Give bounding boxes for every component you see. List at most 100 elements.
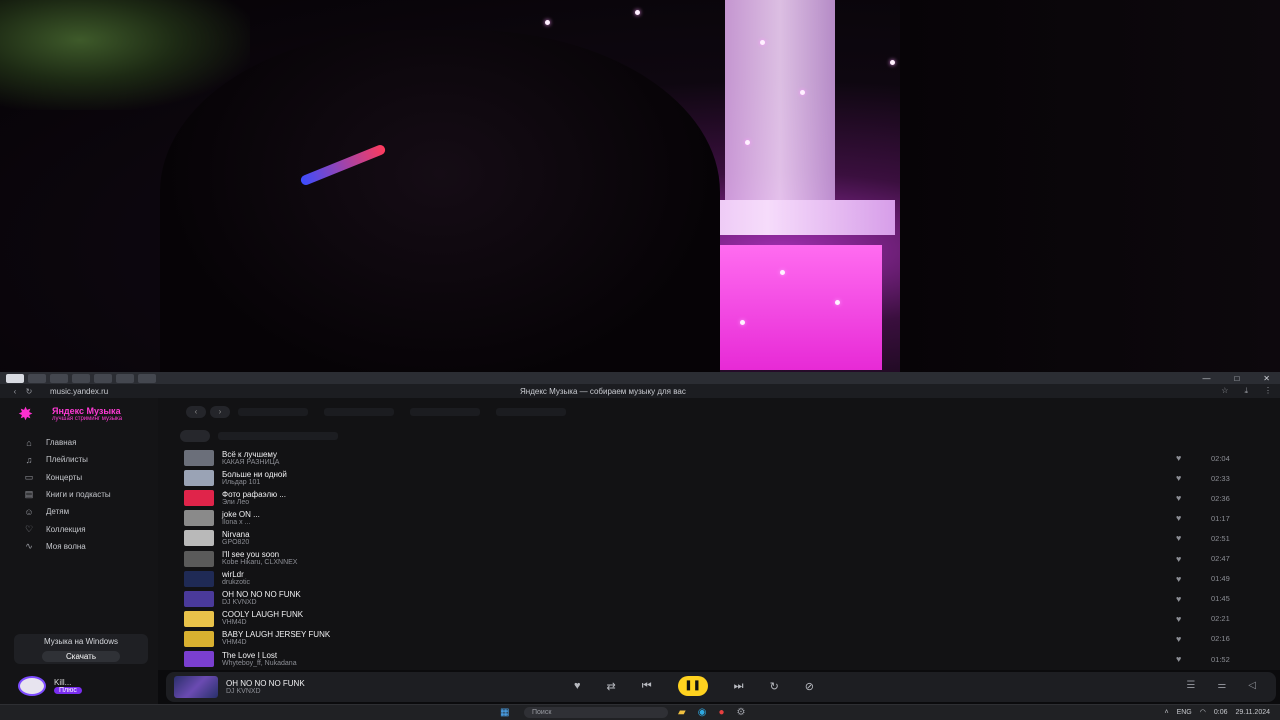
track-title[interactable]: joke ON ... xyxy=(222,510,622,519)
nav-back-button[interactable]: ‹ xyxy=(186,406,206,418)
sidebar-item[interactable]: ♡ Коллекция xyxy=(22,520,111,537)
track-row[interactable]: COOLY LAUGH FUNK VHM4D ♥ 02:21 xyxy=(184,609,1244,629)
like-icon[interactable]: ♥ xyxy=(574,680,581,692)
track-row[interactable]: Фото рафаэлю ... Эли Лео ♥ 02:36 xyxy=(184,488,1244,508)
sidebar-item[interactable]: ▤ Книги и подкасты xyxy=(22,486,111,503)
like-icon[interactable]: ♥ xyxy=(1176,634,1181,644)
reload-icon[interactable]: ↻ xyxy=(22,387,36,396)
download-button[interactable]: Скачать xyxy=(42,651,120,662)
tab[interactable] xyxy=(138,373,156,383)
start-icon[interactable]: ▦ xyxy=(500,708,514,718)
like-icon[interactable]: ♥ xyxy=(1176,614,1181,624)
track-artist[interactable]: VHM4D xyxy=(222,619,622,627)
tab-active[interactable] xyxy=(6,373,24,383)
like-icon[interactable]: ♥ xyxy=(1176,654,1181,664)
previous-icon[interactable]: ⏮ xyxy=(642,680,652,693)
track-title[interactable]: The Love I Lost xyxy=(222,651,622,660)
folder-icon[interactable]: ▰ xyxy=(678,707,686,718)
shuffle-icon[interactable]: ⇄ xyxy=(607,680,616,693)
tab[interactable] xyxy=(72,373,90,383)
track-cover[interactable] xyxy=(184,530,214,547)
sidebar-item[interactable]: ▭ Концерты xyxy=(22,469,111,486)
track-cover[interactable] xyxy=(184,590,214,607)
like-icon[interactable]: ♥ xyxy=(1176,574,1181,584)
tab[interactable] xyxy=(116,373,134,383)
url-field[interactable]: music.yandex.ru xyxy=(50,387,108,396)
logo[interactable]: ✸ Яндекс Музыка лучшая стриминг музыка xyxy=(18,404,122,424)
dislike-icon[interactable]: ⊘ xyxy=(805,680,814,693)
track-row[interactable]: OH NO NO NO FUNK DJ KVNXD ♥ 01:45 xyxy=(184,589,1244,609)
settings-icon[interactable]: ⚙ xyxy=(736,707,745,718)
now-playing-cover[interactable] xyxy=(174,676,218,698)
taskbar-search[interactable]: Поиск xyxy=(524,707,668,718)
bookmark-icon[interactable]: ☆ xyxy=(1221,386,1228,396)
track-artist[interactable]: GPO820 xyxy=(222,539,622,547)
tab-placeholder[interactable] xyxy=(496,408,566,416)
repeat-icon[interactable]: ↻ xyxy=(770,680,779,693)
yandex-icon[interactable]: ● xyxy=(718,707,724,718)
track-artist[interactable]: VHM4D xyxy=(222,639,622,647)
user-profile[interactable]: Kill... Плюс xyxy=(18,676,82,696)
track-title[interactable]: Nirvana xyxy=(222,530,622,539)
language-indicator[interactable]: ENG xyxy=(1177,707,1192,718)
track-artist[interactable]: Kobe Hikaru, CLXNNEX xyxy=(222,559,622,567)
tab-placeholder[interactable] xyxy=(238,408,308,416)
track-row[interactable]: Всё к лучшему КАКАЯ РАЗНИЦА ♥ 02:04 xyxy=(184,448,1244,468)
next-icon[interactable]: ⏭ xyxy=(734,680,744,693)
track-artist[interactable]: КАКАЯ РАЗНИЦА xyxy=(222,459,622,467)
download-icon[interactable]: ⤓ xyxy=(1244,386,1248,396)
track-artist[interactable]: Ильдар 101 xyxy=(222,479,622,487)
track-title[interactable]: Фото рафаэлю ... xyxy=(222,490,622,499)
tab[interactable] xyxy=(28,373,46,383)
track-title[interactable]: BABY LAUGH JERSEY FUNK xyxy=(222,630,622,639)
clock-date[interactable]: 29.11.2024 xyxy=(1235,707,1270,718)
like-icon[interactable]: ♥ xyxy=(1176,533,1181,543)
track-artist[interactable]: DJ KVNXD xyxy=(222,599,622,607)
track-title[interactable]: COOLY LAUGH FUNK xyxy=(222,610,622,619)
now-playing-artist[interactable]: DJ KVNXD xyxy=(226,688,426,696)
like-icon[interactable]: ♥ xyxy=(1176,554,1181,564)
track-cover[interactable] xyxy=(184,651,214,667)
track-title[interactable]: wirLdr xyxy=(222,570,622,579)
track-title[interactable]: Больше ни одной xyxy=(222,470,622,479)
pause-button[interactable]: ❚❚ xyxy=(677,676,708,696)
avatar[interactable] xyxy=(18,676,46,696)
clock-time[interactable]: 0:06 xyxy=(1214,707,1228,718)
track-row[interactable]: The Love I Lost Whyteboy_ff, Nukadana ♥ 01:… xyxy=(184,649,1244,669)
track-title[interactable]: I'll see you soon xyxy=(222,550,622,559)
tray-chevron-icon[interactable]: ˄ xyxy=(1164,707,1168,718)
equalizer-icon[interactable]: ⚌ xyxy=(1217,680,1226,691)
tab-placeholder[interactable] xyxy=(324,408,394,416)
back-icon[interactable]: ‹ xyxy=(8,387,22,396)
track-title[interactable]: Всё к лучшему xyxy=(222,450,622,459)
track-row[interactable]: BABY LAUGH JERSEY FUNK VHM4D ♥ 02:16 xyxy=(184,629,1244,649)
like-icon[interactable]: ♥ xyxy=(1176,453,1181,463)
now-playing-title[interactable]: OH NO NO NO FUNK xyxy=(226,679,426,688)
like-icon[interactable]: ♥ xyxy=(1176,594,1181,604)
track-cover[interactable] xyxy=(184,550,214,567)
track-artist[interactable]: Whyteboy_ff, Nukadana xyxy=(222,660,622,668)
track-cover[interactable] xyxy=(184,510,214,527)
sidebar-item[interactable]: ♫ Плейлисты xyxy=(22,451,111,468)
tab-placeholder[interactable] xyxy=(410,408,480,416)
track-row[interactable]: joke ON ... Ilona x ... ♥ 01:17 xyxy=(184,508,1244,528)
like-icon[interactable]: ♥ xyxy=(1176,513,1181,523)
wifi-icon[interactable]: ◠ xyxy=(1200,707,1206,718)
track-cover[interactable] xyxy=(184,610,214,627)
menu-icon[interactable]: ⋮ xyxy=(1264,386,1272,396)
track-row[interactable]: wirLdr drukzotic ♥ 01:49 xyxy=(184,569,1244,589)
track-cover[interactable] xyxy=(184,630,214,647)
track-cover[interactable] xyxy=(184,450,214,466)
tab[interactable] xyxy=(94,373,112,383)
volume-icon[interactable]: ◁ xyxy=(1248,680,1256,691)
track-title[interactable]: OH NO NO NO FUNK xyxy=(222,590,622,599)
queue-icon[interactable]: ☰ xyxy=(1186,680,1195,691)
maximize-icon[interactable]: □ xyxy=(1234,374,1239,383)
track-artist[interactable]: Ilona x ... xyxy=(222,519,622,527)
track-row[interactable]: Nirvana GPO820 ♥ 02:51 xyxy=(184,528,1244,548)
sidebar-item[interactable]: ☺ Детям xyxy=(22,503,111,520)
track-row[interactable]: Больше ни одной Ильдар 101 ♥ 02:33 xyxy=(184,468,1244,488)
minimize-icon[interactable]: — xyxy=(1202,374,1210,383)
like-icon[interactable]: ♥ xyxy=(1176,473,1181,483)
close-icon[interactable]: ✕ xyxy=(1263,374,1270,383)
